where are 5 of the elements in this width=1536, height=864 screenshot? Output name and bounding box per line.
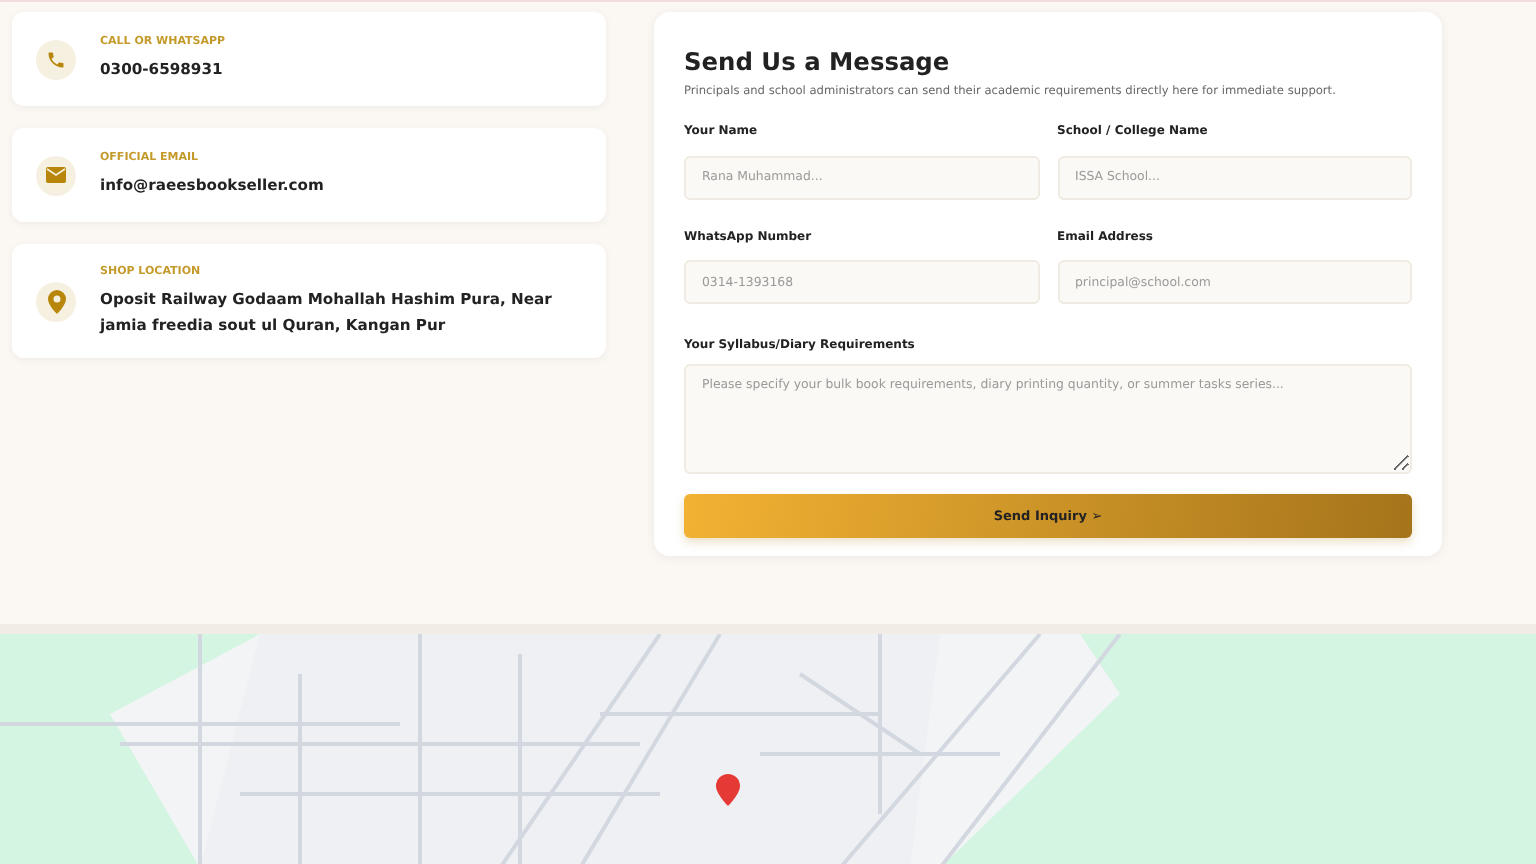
map-drawing[interactable] bbox=[0, 634, 1536, 864]
phone-icon bbox=[46, 49, 66, 69]
location-pin-icon bbox=[47, 289, 65, 313]
form-title: Send Us a Message bbox=[684, 48, 952, 76]
envelope-icon bbox=[46, 166, 66, 184]
